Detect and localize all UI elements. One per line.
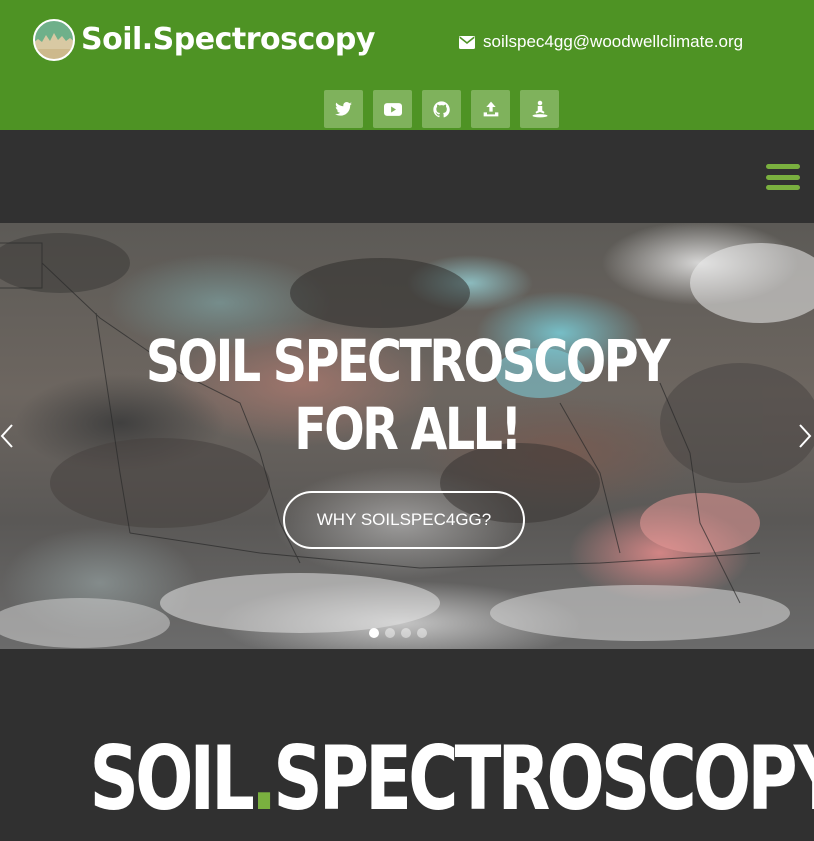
yoga-icon <box>532 100 547 118</box>
logo-icon <box>33 19 75 61</box>
next-slide-arrow[interactable] <box>798 423 812 449</box>
menu-bar-bottom <box>766 185 800 190</box>
upload-button[interactable] <box>471 90 510 128</box>
upload-icon <box>483 101 498 117</box>
slide-dot-1[interactable] <box>369 628 379 638</box>
previous-slide-arrow[interactable] <box>0 423 14 449</box>
chevron-right-icon <box>799 424 812 448</box>
contact-email-link[interactable]: soilspec4gg@woodwellclimate.org <box>459 31 743 53</box>
github-icon <box>433 100 450 117</box>
hero-title: SOIL SPECTROSCOPY FOR ALL! <box>145 327 671 463</box>
site-logo[interactable]: Soil.Spectroscopy <box>33 18 375 62</box>
youtube-button[interactable] <box>373 90 412 128</box>
intro-section: SOIL.SPECTROSCOPY <box>0 649 814 841</box>
main-navbar <box>0 130 814 223</box>
why-soilspec4gg-button[interactable]: WHY SOILSPEC4GG? <box>283 491 525 549</box>
twitter-icon <box>335 102 352 116</box>
menu-bar-top <box>766 164 800 169</box>
contact-email: soilspec4gg@woodwellclimate.org <box>483 32 744 51</box>
hero-slider: SOIL SPECTROSCOPY FOR ALL! WHY SOILSPEC4… <box>0 223 814 649</box>
chevron-left-icon <box>0 424 13 448</box>
heading-green-dot: . <box>251 727 277 830</box>
slide-dot-2[interactable] <box>385 628 395 638</box>
slide-pagination <box>369 628 427 638</box>
heading-soil: SOIL <box>89 727 255 830</box>
top-header: Soil.Spectroscopy soilspec4gg@woodwellcl… <box>0 0 814 130</box>
github-button[interactable] <box>422 90 461 128</box>
brand-heading: SOIL.SPECTROSCOPY <box>90 731 814 827</box>
menu-bar-middle <box>766 174 800 180</box>
envelope-icon <box>459 35 475 49</box>
slide-dot-3[interactable] <box>401 628 411 638</box>
logo-text: Soil.Spectroscopy <box>81 22 375 57</box>
twitter-button[interactable] <box>324 90 363 128</box>
youtube-icon <box>383 102 402 116</box>
hamburger-menu-icon[interactable] <box>766 164 800 190</box>
slide-dot-4[interactable] <box>417 628 427 638</box>
yoga-button[interactable] <box>520 90 559 128</box>
heading-spectroscopy: SPECTROSCOPY <box>273 727 814 830</box>
social-links <box>324 90 559 128</box>
